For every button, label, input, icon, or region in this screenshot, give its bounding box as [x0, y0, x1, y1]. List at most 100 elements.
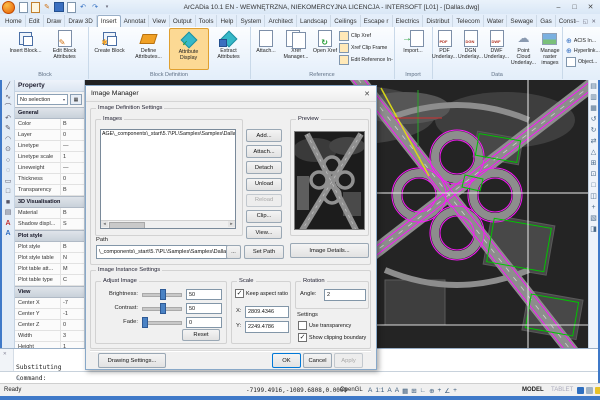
- new-document-icon[interactable]: [18, 2, 28, 12]
- status-toggle-icon[interactable]: ▦: [402, 387, 408, 395]
- modify-tool-icon[interactable]: ▥: [590, 94, 597, 101]
- draw-tool-icon[interactable]: A: [5, 220, 10, 227]
- draw-tool-icon[interactable]: A: [5, 230, 10, 237]
- redo-icon[interactable]: ↷: [90, 2, 100, 12]
- path-field[interactable]: \_components\_start\5.7\PL\Samples\Sampl…: [96, 245, 228, 259]
- undo-icon[interactable]: ↶: [78, 2, 88, 12]
- menu-tab[interactable]: Landscap: [297, 15, 331, 27]
- save-icon[interactable]: [54, 2, 64, 12]
- modify-tool-icon[interactable]: +: [591, 204, 595, 211]
- quick-select-button[interactable]: ▦: [70, 94, 82, 105]
- xref-manager-button[interactable]: Xref Manager...: [281, 28, 311, 70]
- tablet-toggle[interactable]: TABLET: [551, 387, 573, 393]
- object-button[interactable]: Object...: [566, 57, 597, 67]
- property-value[interactable]: B: [61, 242, 84, 252]
- section-general[interactable]: General: [15, 107, 84, 119]
- horizontal-scrollbar[interactable]: ◄ ►: [101, 220, 235, 228]
- image-list-action-button[interactable]: Attach...: [246, 145, 282, 158]
- modify-tool-icon[interactable]: □: [591, 182, 595, 189]
- modify-tool-icon[interactable]: ⊡: [591, 171, 597, 178]
- image-details-button[interactable]: Image Details...: [290, 243, 369, 258]
- contrast-field[interactable]: 50: [186, 303, 222, 314]
- property-value[interactable]: 0: [61, 130, 84, 140]
- menu-tab[interactable]: Edit: [26, 15, 44, 27]
- menu-tab[interactable]: Architect: [265, 15, 297, 27]
- status-toggle-icon[interactable]: ⊕: [429, 387, 434, 395]
- import-button[interactable]: → Import...: [396, 28, 430, 70]
- property-value[interactable]: 1: [61, 152, 84, 162]
- hyperlink-button[interactable]: ⊕ Hyperlink...: [566, 47, 600, 55]
- reference-small-button[interactable]: Edit Reference In-Place: [339, 55, 393, 65]
- reference-small-button[interactable]: Xref Clip Frame: [339, 43, 393, 53]
- edit-block-attributes-button[interactable]: ✎ Edit Block Attributes: [46, 28, 84, 70]
- define-attributes-button[interactable]: Define Attributes...: [130, 28, 168, 70]
- pdf-underlay-button[interactable]: PDF PDF Underlay...: [432, 28, 457, 70]
- reset-button[interactable]: Reset: [182, 329, 220, 341]
- menu-tab[interactable]: Annotat: [121, 15, 150, 27]
- scroll-right-icon[interactable]: ►: [228, 221, 235, 227]
- draw-tool-icon[interactable]: ✎: [5, 125, 11, 132]
- insert-block-button[interactable]: Insert Block...: [7, 28, 45, 70]
- draw-tool-icon[interactable]: ◌: [6, 167, 10, 174]
- contrast-slider[interactable]: [142, 303, 182, 312]
- open-document-icon[interactable]: [30, 2, 40, 12]
- fade-slider[interactable]: [142, 317, 182, 326]
- image-list-action-button[interactable]: Unload: [246, 178, 282, 191]
- menu-tab[interactable]: Water: [484, 15, 508, 27]
- status-toggle-icon[interactable]: A: [387, 387, 391, 394]
- property-value[interactable]: —: [61, 141, 84, 151]
- qat-dropdown-icon[interactable]: ▾: [102, 2, 112, 12]
- property-value[interactable]: N: [61, 253, 84, 263]
- menu-tab[interactable]: Draw: [44, 15, 66, 27]
- section-3d-visualisation[interactable]: 3D Visualisation: [15, 196, 84, 208]
- draw-tool-icon[interactable]: ○: [6, 157, 10, 164]
- image-list-action-button[interactable]: Add...: [246, 129, 282, 142]
- pencil-icon[interactable]: ✎: [16, 375, 594, 383]
- draw-tool-icon[interactable]: ╱: [6, 83, 10, 90]
- attribute-display-button[interactable]: ✓ Attribute Display: [169, 28, 209, 70]
- scale-y-field[interactable]: 2249.4786: [245, 321, 289, 333]
- menu-tab[interactable]: Constru: [556, 15, 576, 27]
- menu-tab[interactable]: Sewage: [507, 15, 537, 27]
- image-list-action-button[interactable]: Reload: [246, 194, 282, 207]
- modify-tool-icon[interactable]: ▤: [590, 83, 597, 90]
- image-list-action-button[interactable]: View...: [246, 226, 282, 239]
- modify-tool-icon[interactable]: ↻: [591, 127, 597, 134]
- draw-tool-icon[interactable]: ∿: [5, 94, 11, 101]
- draw-tool-icon[interactable]: ■: [6, 199, 10, 206]
- section-view[interactable]: View: [15, 286, 84, 298]
- modify-tool-icon[interactable]: ⇄: [591, 138, 597, 145]
- image-list-item[interactable]: AGE\_components\_start\5.7\PL\Samples\Sa…: [102, 131, 236, 137]
- ok-button[interactable]: OK: [272, 353, 301, 368]
- scroll-left-icon[interactable]: ◄: [101, 221, 108, 227]
- status-toggle-icon[interactable]: ∠: [444, 387, 450, 395]
- modify-tool-icon[interactable]: ↺: [591, 116, 597, 123]
- close-button[interactable]: ✕: [583, 2, 598, 13]
- minimize-button[interactable]: –: [551, 2, 566, 13]
- modify-tool-icon[interactable]: ◫: [590, 193, 597, 200]
- menu-tab[interactable]: Tools: [196, 15, 218, 27]
- angle-field[interactable]: 2: [324, 289, 366, 301]
- property-value[interactable]: M: [61, 264, 84, 274]
- menu-tab[interactable]: System: [237, 15, 265, 27]
- modify-tool-icon[interactable]: ▦: [590, 105, 597, 112]
- menu-tab[interactable]: Output: [170, 15, 196, 27]
- section-plot-style[interactable]: Plot style: [15, 230, 84, 242]
- property-value[interactable]: 0: [61, 174, 84, 184]
- property-value[interactable]: B: [61, 119, 84, 129]
- extract-attributes-button[interactable]: Extract Attributes: [210, 28, 248, 70]
- show-clipping-boundary-checkbox[interactable]: ✓ Show clipping boundary: [298, 333, 366, 342]
- draw-tool-icon[interactable]: ▭: [5, 178, 12, 185]
- dgn-underlay-button[interactable]: DGN DGN Underlay...: [458, 28, 483, 70]
- close-icon[interactable]: ✕: [3, 350, 7, 357]
- modify-tool-icon[interactable]: ⊞: [591, 160, 597, 167]
- property-value[interactable]: 3: [61, 331, 84, 341]
- reference-small-button[interactable]: Clip Xref: [339, 31, 393, 41]
- selection-dropdown[interactable]: No selection ▾: [17, 94, 68, 105]
- image-list[interactable]: AGE\_components\_start\5.7\PL\Samples\Sa…: [100, 129, 236, 229]
- plotter-icon[interactable]: [586, 387, 593, 394]
- maximize-button[interactable]: □: [567, 2, 582, 13]
- cancel-button[interactable]: Cancel: [303, 353, 332, 368]
- keep-aspect-ratio-checkbox[interactable]: ✓ Keep aspect ratio: [235, 289, 288, 298]
- open-xref-button[interactable]: ↻ Open Xref: [312, 28, 338, 70]
